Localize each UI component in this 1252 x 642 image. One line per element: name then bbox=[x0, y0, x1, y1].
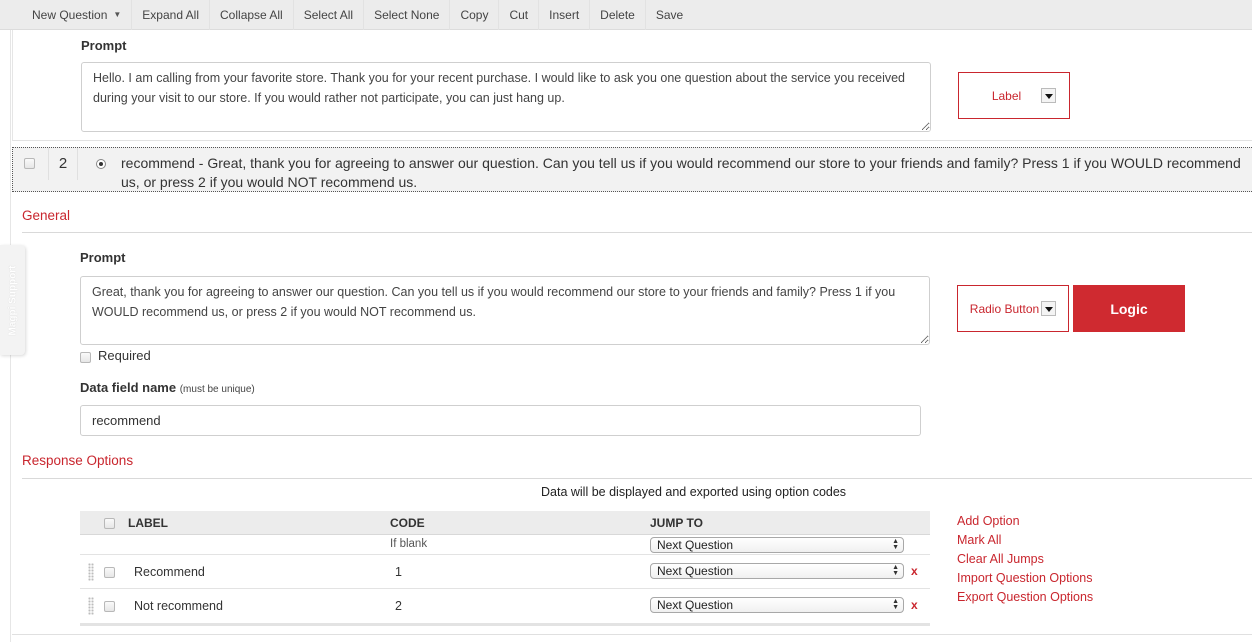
option-label[interactable]: Recommend bbox=[134, 565, 205, 579]
header-jump-to: JUMP TO bbox=[650, 516, 703, 530]
support-tab[interactable]: Magpi Support bbox=[0, 245, 25, 355]
option-codes-note: Data will be displayed and exported usin… bbox=[541, 485, 847, 499]
option-checkbox[interactable] bbox=[104, 601, 115, 612]
data-field-name-text: Data field name bbox=[80, 380, 177, 395]
updown-arrows-icon: ▲ ▼ bbox=[892, 564, 899, 577]
q1-type-select[interactable]: Label bbox=[958, 72, 1070, 119]
required-checkbox[interactable] bbox=[80, 352, 91, 363]
delete-option-icon[interactable]: x bbox=[911, 564, 918, 578]
logic-button[interactable]: Logic bbox=[1073, 285, 1185, 332]
general-divider bbox=[22, 232, 1252, 233]
blank-row: If blank Next Question ▲ ▼ bbox=[80, 535, 930, 555]
option-checkbox[interactable] bbox=[104, 567, 115, 578]
copy-button[interactable]: Copy bbox=[450, 0, 500, 30]
option-jump-select[interactable]: Next Question ▲ ▼ bbox=[650, 563, 904, 579]
q2-number: 2 bbox=[48, 148, 78, 180]
if-blank-jump-value: Next Question bbox=[657, 538, 734, 552]
option-code[interactable]: 1 bbox=[395, 565, 402, 579]
updown-arrows-icon: ▲ ▼ bbox=[892, 598, 899, 611]
delete-option-icon[interactable]: x bbox=[911, 598, 918, 612]
general-section-title: General bbox=[22, 208, 71, 223]
radio-question-type-icon bbox=[96, 159, 106, 169]
option-code[interactable]: 2 bbox=[395, 599, 402, 613]
option-row: Not recommend 2 Next Question ▲ ▼ x bbox=[80, 589, 930, 623]
q2-type-value: Radio Button bbox=[969, 301, 1040, 316]
data-field-name-hint: (must be unique) bbox=[179, 384, 255, 395]
q1-prompt-label: Prompt bbox=[81, 38, 127, 53]
q1-type-value: Label bbox=[991, 88, 1022, 103]
option-jump-select[interactable]: Next Question ▲ ▼ bbox=[650, 597, 904, 613]
dropdown-arrow-icon bbox=[1041, 301, 1057, 316]
support-tab-label: Magpi Support bbox=[7, 265, 18, 335]
response-options-divider bbox=[22, 478, 1252, 479]
clear-all-jumps-link[interactable]: Clear All Jumps bbox=[957, 550, 1093, 569]
if-blank-jump-select[interactable]: Next Question ▲ ▼ bbox=[650, 537, 904, 553]
option-actions: Add Option Mark All Clear All Jumps Impo… bbox=[957, 512, 1093, 607]
caret-down-icon: ▼ bbox=[113, 10, 122, 19]
import-question-options-link[interactable]: Import Question Options bbox=[957, 569, 1093, 588]
mark-all-link[interactable]: Mark All bbox=[957, 531, 1093, 550]
bottom-divider bbox=[12, 634, 1252, 635]
data-field-name-input[interactable] bbox=[80, 405, 921, 436]
new-question-button[interactable]: New Question ▼ bbox=[22, 0, 133, 30]
export-question-options-link[interactable]: Export Question Options bbox=[957, 588, 1093, 607]
if-blank-text: If blank bbox=[390, 538, 428, 550]
table-header-row: LABEL CODE JUMP TO bbox=[80, 511, 930, 535]
select-all-button[interactable]: Select All bbox=[294, 0, 365, 30]
q2-prompt-textarea[interactable]: Great, thank you for agreeing to answer … bbox=[80, 276, 930, 345]
q1-prompt-textarea[interactable]: Hello. I am calling from your favorite s… bbox=[81, 62, 931, 132]
expand-all-button[interactable]: Expand All bbox=[132, 0, 211, 30]
question-2-row[interactable]: 2 recommend - Great, thank you for agree… bbox=[12, 147, 1252, 192]
delete-button[interactable]: Delete bbox=[590, 0, 646, 30]
collapse-all-button[interactable]: Collapse All bbox=[210, 0, 294, 30]
drag-handle-icon[interactable] bbox=[88, 597, 94, 615]
insert-button[interactable]: Insert bbox=[539, 0, 591, 30]
header-code: CODE bbox=[390, 516, 425, 530]
required-label: Required bbox=[98, 348, 151, 363]
option-label[interactable]: Not recommend bbox=[134, 599, 223, 613]
table-footer-bar bbox=[80, 623, 930, 626]
q2-summary: recommend - Great, thank you for agreein… bbox=[121, 155, 1241, 190]
new-question-label: New Question bbox=[32, 7, 108, 22]
response-options-title: Response Options bbox=[22, 453, 134, 468]
response-options-table: LABEL CODE JUMP TO If blank Next Questio… bbox=[80, 511, 930, 626]
option-row: Recommend 1 Next Question ▲ ▼ x bbox=[80, 555, 930, 589]
question-1-panel: Prompt Hello. I am calling from your fav… bbox=[12, 30, 1252, 141]
q2-prompt-label: Prompt bbox=[80, 250, 126, 265]
select-none-button[interactable]: Select None bbox=[364, 0, 451, 30]
data-field-name-label: Data field name (must be unique) bbox=[80, 380, 255, 395]
toolbar: New Question ▼ Expand All Collapse All S… bbox=[0, 0, 1252, 30]
header-label: LABEL bbox=[128, 516, 168, 530]
q2-type-select[interactable]: Radio Button bbox=[957, 285, 1069, 332]
dropdown-arrow-icon bbox=[1041, 88, 1057, 103]
q2-select-checkbox[interactable] bbox=[24, 158, 35, 169]
save-button[interactable]: Save bbox=[646, 0, 693, 30]
option-jump-value: Next Question bbox=[657, 598, 734, 612]
cut-button[interactable]: Cut bbox=[499, 0, 540, 30]
updown-arrows-icon: ▲ ▼ bbox=[892, 538, 899, 551]
drag-handle-icon[interactable] bbox=[88, 563, 94, 581]
add-option-link[interactable]: Add Option bbox=[957, 512, 1093, 531]
select-all-options-checkbox[interactable] bbox=[104, 518, 115, 529]
option-jump-value: Next Question bbox=[657, 564, 734, 578]
